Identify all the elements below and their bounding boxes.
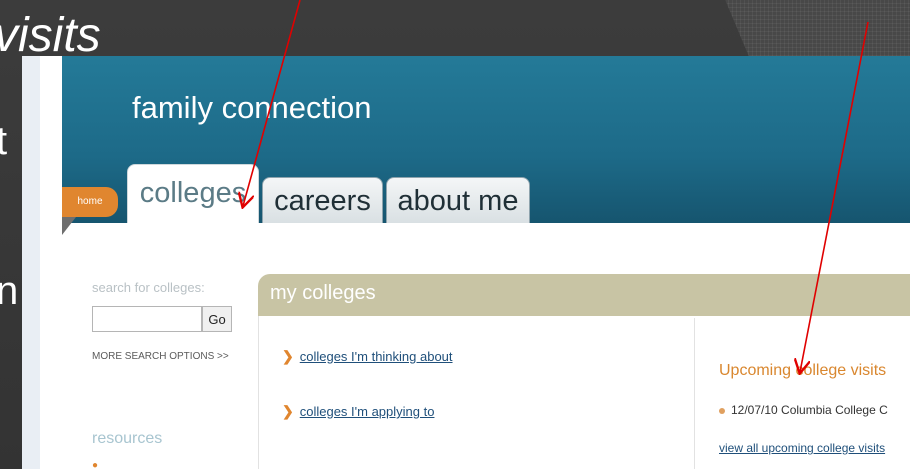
slide-side-strip [22,56,42,469]
home-tab-fold [62,217,76,235]
tab-colleges[interactable]: colleges [127,164,259,223]
chevron-right-icon: ❯ [282,348,294,364]
list-item: ❯ colleges I'm thinking about [282,348,453,365]
home-tab[interactable]: home [62,187,118,217]
colleges-thinking-about-link[interactable]: colleges I'm thinking about [300,349,453,364]
slide-text-line: n [0,269,19,313]
embedded-screenshot: family connection home colleges careers … [40,56,910,469]
upcoming-visits-heading: Upcoming college visits [719,362,887,379]
bullet-dot-icon [719,407,725,414]
tab-about-me[interactable]: about me [386,177,530,223]
resources-heading: resources [92,430,163,447]
go-button[interactable]: Go [202,306,232,332]
resources-bullet-icon: ● [92,460,99,469]
visit-list-item: 12/07/10 Columbia College C [719,403,888,417]
search-label: search for colleges: [92,280,205,295]
college-search-input[interactable] [92,306,202,332]
panel-title: my colleges [270,282,376,304]
visit-item-text: 12/07/10 Columbia College C [731,403,888,417]
panel-divider [694,318,695,469]
more-search-options-link[interactable]: MORE SEARCH OPTIONS >> [92,351,229,362]
chevron-right-icon: ❯ [282,403,294,419]
list-item: ❯ colleges I'm applying to [282,403,434,420]
my-colleges-header: my colleges [258,274,910,316]
view-all-visits-link[interactable]: view all upcoming college visits [719,441,885,455]
slide-text-line: t [0,119,8,163]
brand-title: family connection [132,90,372,125]
colleges-applying-to-link[interactable]: colleges I'm applying to [300,404,435,419]
tab-careers[interactable]: careers [262,177,383,223]
